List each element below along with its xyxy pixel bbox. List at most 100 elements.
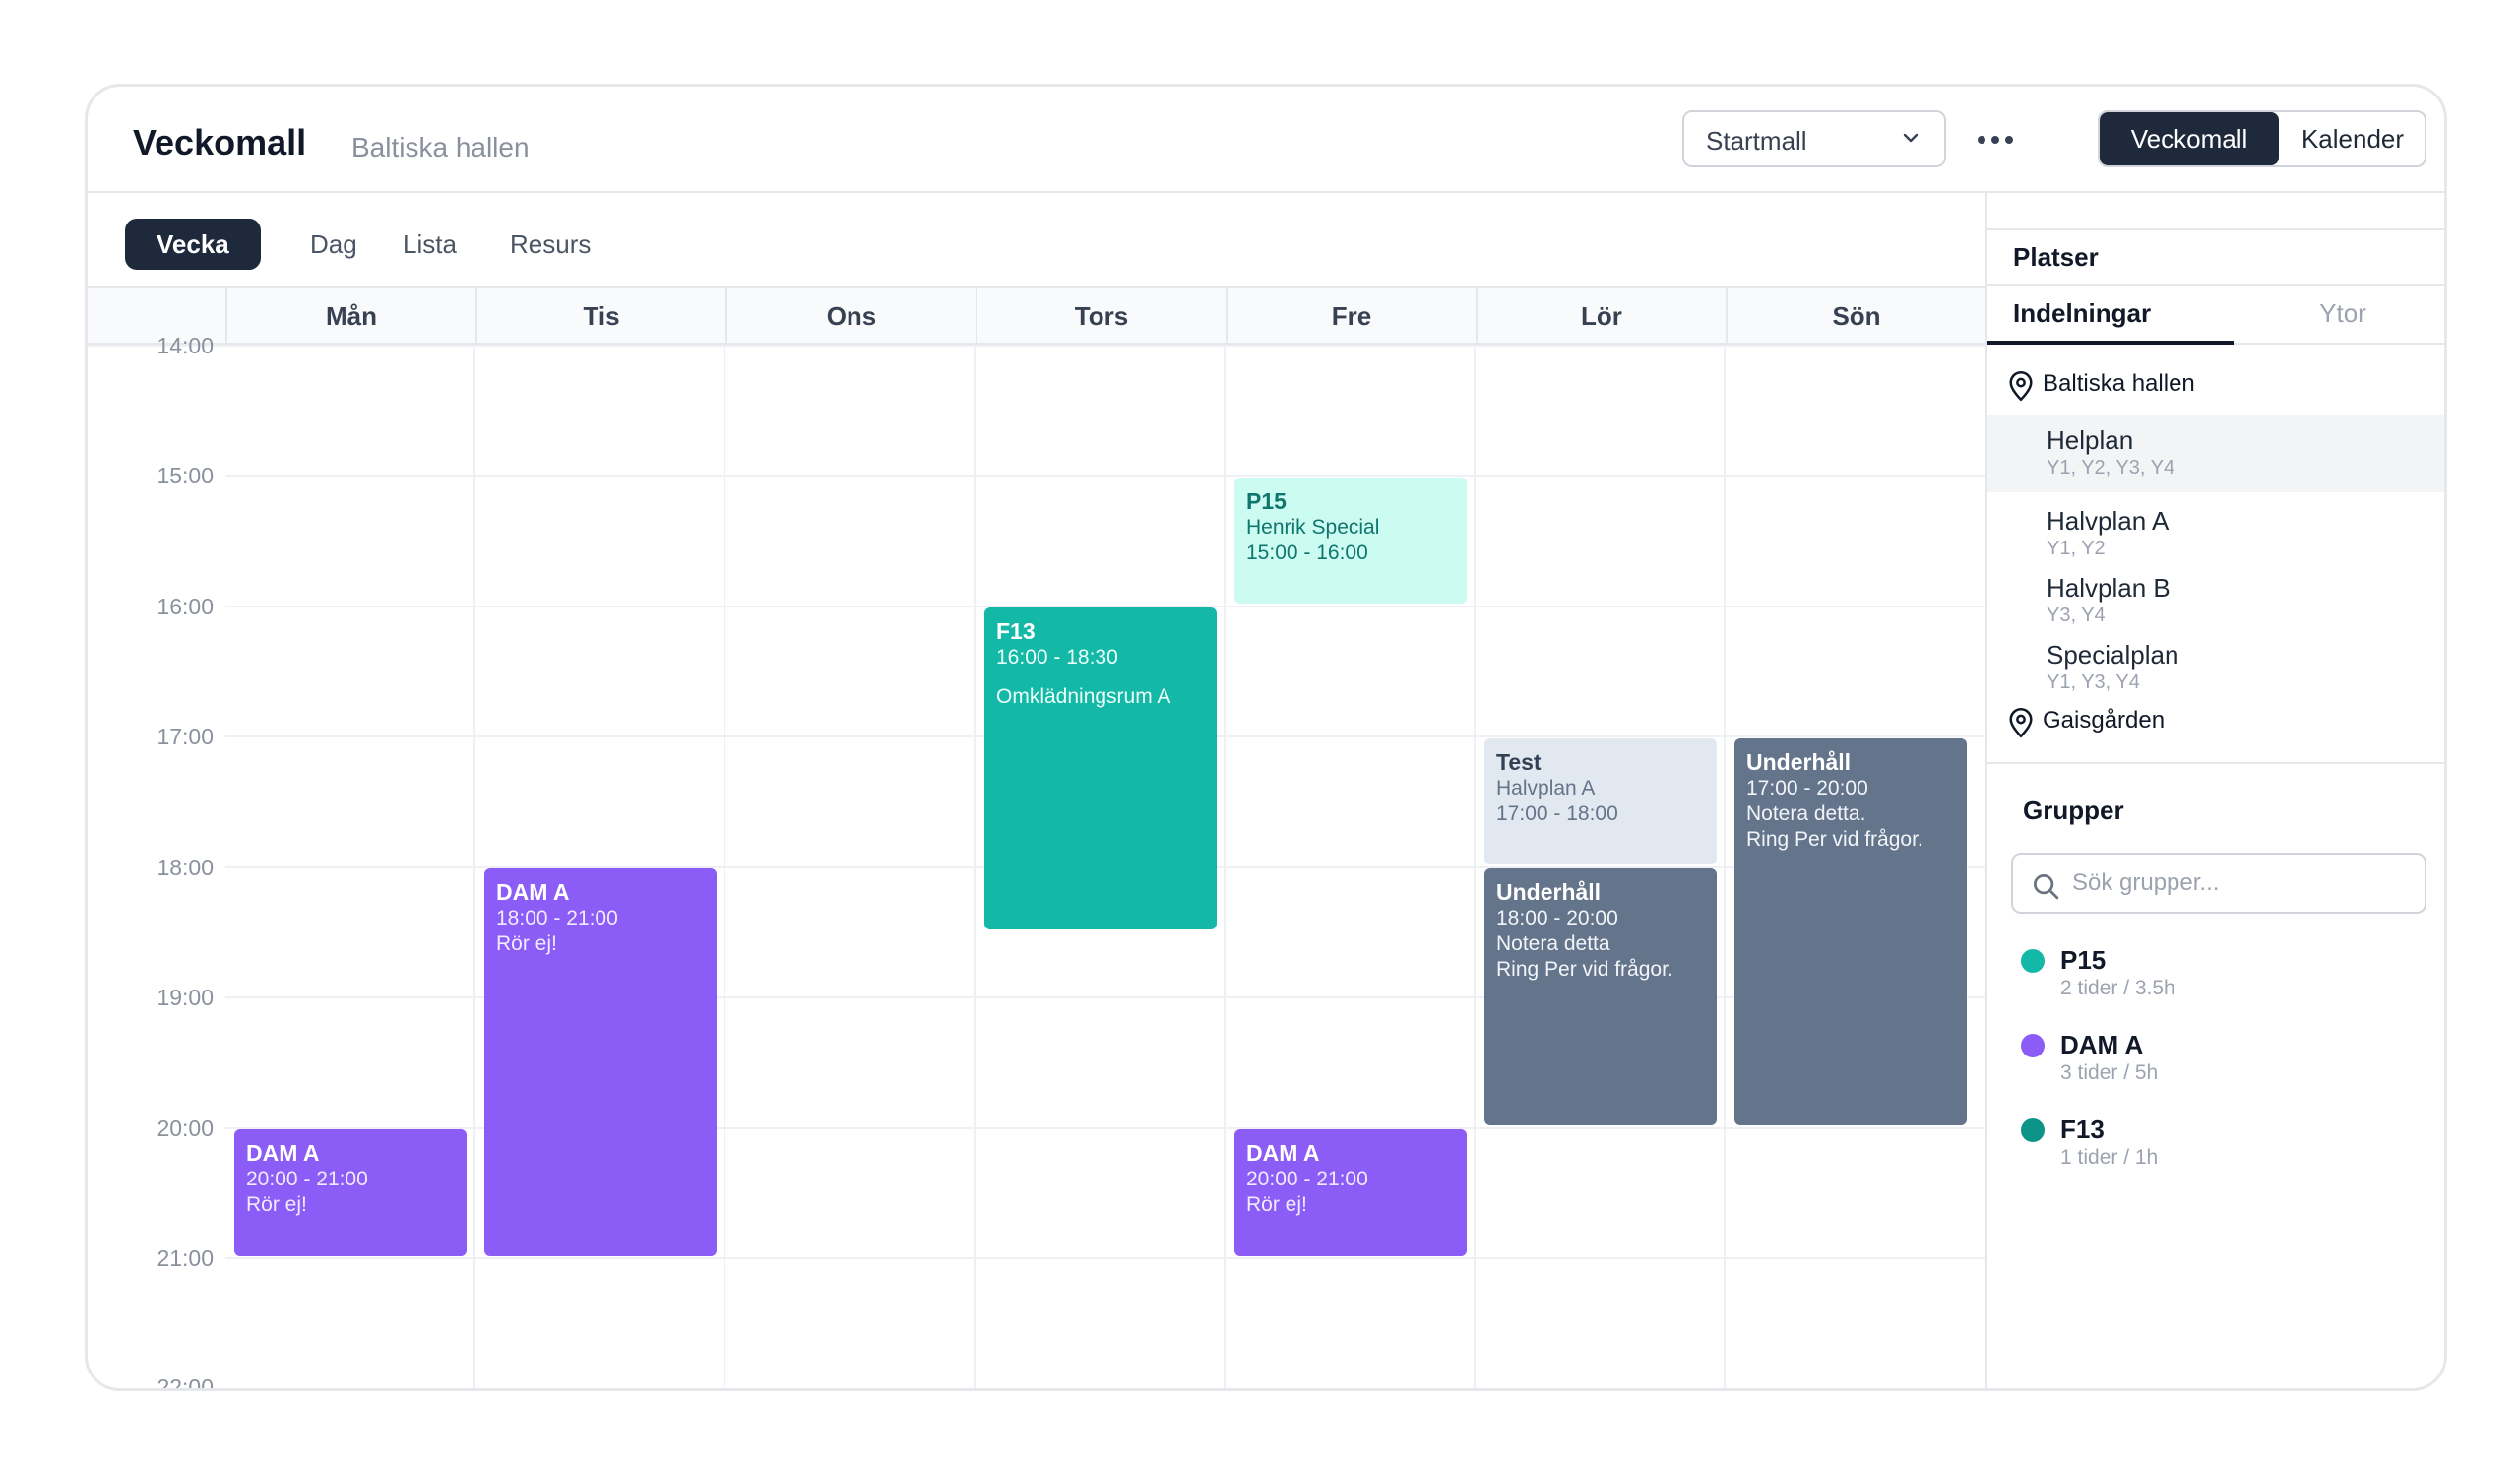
hour-line: [225, 1257, 1985, 1259]
map-pin-icon: [2009, 371, 2033, 402]
day-header-sat: Lör: [1476, 288, 1726, 345]
group-name: F13: [2060, 1115, 2105, 1144]
subarea-halvplan-a[interactable]: Halvplan A Y1, Y2: [1987, 496, 2444, 573]
time-label: 14:00: [157, 333, 214, 358]
view-tabs: Vecka Dag Lista Resurs: [88, 193, 1985, 286]
calendar-event[interactable]: P15 Henrik Special 15:00 - 16:00: [1234, 477, 1467, 604]
subarea-codes: Y1, Y3, Y4: [2047, 671, 2140, 693]
time-label: 16:00: [157, 594, 214, 619]
group-search-input[interactable]: [2072, 864, 2407, 902]
group-stats: 1 tider / 1h: [2060, 1146, 2159, 1169]
group-item-dam-a[interactable]: DAM A 3 tider / 5h: [2021, 1028, 2415, 1093]
more-horizontal-icon: [1978, 136, 2019, 144]
event-detail: 15:00 - 16:00: [1246, 541, 1368, 564]
view-toggle-weektemplate[interactable]: Veckomall: [2100, 112, 2279, 165]
group-item-p15[interactable]: P15 2 tider / 3.5h: [2021, 943, 2415, 1008]
day-header-mon: Mån: [225, 288, 475, 345]
event-detail: 18:00 - 20:00: [1496, 907, 1618, 929]
template-select[interactable]: Startmall: [1682, 110, 1946, 167]
calendar-event[interactable]: Underhåll 17:00 - 20:00 Notera detta. Ring …: [1734, 737, 1967, 1125]
day-header-tue: Tis: [475, 288, 725, 345]
location-name: Baltiska hallen: [2043, 370, 2195, 397]
subarea-helplan[interactable]: Helplan Y1, Y2, Y3, Y4: [1987, 415, 2444, 492]
hour-line: [88, 345, 1985, 347]
event-detail: Notera detta: [1496, 932, 1610, 955]
venue-subtitle: Baltiska hallen: [351, 132, 530, 162]
tab-divisions[interactable]: Indelningar: [1987, 286, 2234, 345]
tab-week[interactable]: Vecka: [125, 219, 261, 270]
event-location: Omklädningsrum A: [996, 685, 1171, 708]
time-label: 17:00: [157, 724, 214, 749]
subarea-specialplan[interactable]: Specialplan Y1, Y3, Y4: [1987, 630, 2444, 707]
event-detail: 20:00 - 21:00: [246, 1168, 368, 1190]
week-calendar: Mån Tis Ons Tors Fre Lör Sön 14:00 15:00…: [88, 286, 1985, 1391]
chevron-down-icon: [1903, 133, 1919, 143]
event-detail: Rör ej!: [1246, 1193, 1307, 1216]
calendar-event[interactable]: F13 16:00 - 18:30 Omklädningsrum A: [984, 607, 1217, 930]
calendar-event[interactable]: Test Halvplan A 17:00 - 18:00: [1484, 737, 1717, 864]
groups-header: Grupper: [1987, 796, 2444, 835]
subarea-codes: Y1, Y2: [2047, 538, 2106, 559]
tab-areas[interactable]: Ytor: [2234, 286, 2444, 345]
panel-header: Veckomall Baltiska hallen Startmall Veck…: [88, 87, 2444, 193]
map-pin-icon: [2009, 708, 2033, 738]
group-search: [2011, 853, 2426, 914]
tab-resource[interactable]: Resurs: [510, 219, 591, 270]
page-title: Veckomall: [133, 122, 307, 162]
group-color-dot: [2021, 1034, 2045, 1057]
search-icon: [2034, 874, 2059, 900]
day-header-fri: Fre: [1226, 288, 1476, 345]
time-label: 18:00: [157, 855, 214, 880]
subarea-name: Halvplan B: [2047, 573, 2171, 603]
group-color-dot: [2021, 1118, 2045, 1142]
day-header-thu: Tors: [976, 288, 1226, 345]
event-detail: 17:00 - 20:00: [1746, 776, 1868, 799]
calendar-event[interactable]: Underhåll 18:00 - 20:00 Notera detta Ring P…: [1484, 868, 1717, 1125]
event-title: Underhåll: [1496, 879, 1602, 905]
tab-day[interactable]: Dag: [310, 219, 357, 270]
event-detail: Rör ej!: [246, 1193, 307, 1216]
event-detail: Ring Per vid frågor.: [1496, 958, 1673, 981]
day-header-wed: Ons: [725, 288, 976, 345]
event-title: DAM A: [246, 1140, 320, 1166]
time-label: 15:00: [157, 463, 214, 488]
location-name: Gaisgården: [2043, 707, 2166, 734]
event-detail: Notera detta.: [1746, 801, 1866, 825]
group-item-f13[interactable]: F13 1 tider / 1h: [2021, 1113, 2415, 1178]
time-label: 20:00: [157, 1116, 214, 1141]
subarea-codes: Y1, Y2, Y3, Y4: [2047, 457, 2175, 479]
template-select-value: Startmall: [1706, 126, 1807, 156]
more-options-button[interactable]: [1966, 114, 2025, 167]
event-detail: Halvplan A: [1496, 776, 1596, 799]
time-label: 22:00: [157, 1374, 214, 1391]
places-tabs: Indelningar Ytor: [1987, 286, 2444, 345]
event-title: P15: [1246, 487, 1287, 514]
groups-title: Grupper: [2023, 796, 2124, 825]
subarea-name: Specialplan: [2047, 640, 2179, 670]
event-detail: Rör ej!: [496, 932, 557, 955]
sidebar: Platser Indelningar Ytor Baltiska hallen…: [1985, 193, 2444, 1388]
view-toggle-calendar[interactable]: Kalender: [2279, 112, 2425, 165]
calendar-event[interactable]: DAM A 18:00 - 21:00 Rör ej!: [484, 868, 717, 1256]
calendar-event[interactable]: DAM A 20:00 - 21:00 Rör ej!: [234, 1129, 467, 1256]
event-detail: 16:00 - 18:30: [996, 646, 1118, 669]
subarea-halvplan-b[interactable]: Halvplan B Y3, Y4: [1987, 563, 2444, 640]
day-header-row: Mån Tis Ons Tors Fre Lör Sön: [88, 286, 1985, 345]
day-header-sun: Sön: [1726, 288, 1985, 345]
calendar-event[interactable]: DAM A 20:00 - 21:00 Rör ej!: [1234, 1129, 1467, 1256]
view-toggle: Veckomall Kalender: [2098, 110, 2426, 167]
event-title: F13: [996, 618, 1036, 644]
event-title: DAM A: [1246, 1140, 1320, 1166]
sidebar-divider: [1987, 762, 2444, 764]
group-name: DAM A: [2060, 1030, 2144, 1059]
places-title: Platser: [2013, 242, 2099, 272]
group-stats: 3 tider / 5h: [2060, 1061, 2159, 1084]
week-template-panel: Veckomall Baltiska hallen Startmall Veck…: [85, 84, 2447, 1391]
event-title: Test: [1496, 748, 1542, 775]
event-detail: Ring Per vid frågor.: [1746, 827, 1923, 851]
tab-list[interactable]: Lista: [403, 219, 457, 270]
group-color-dot: [2021, 949, 2045, 973]
group-name: P15: [2060, 945, 2107, 975]
event-detail: 20:00 - 21:00: [1246, 1168, 1368, 1190]
event-title: DAM A: [496, 879, 570, 905]
